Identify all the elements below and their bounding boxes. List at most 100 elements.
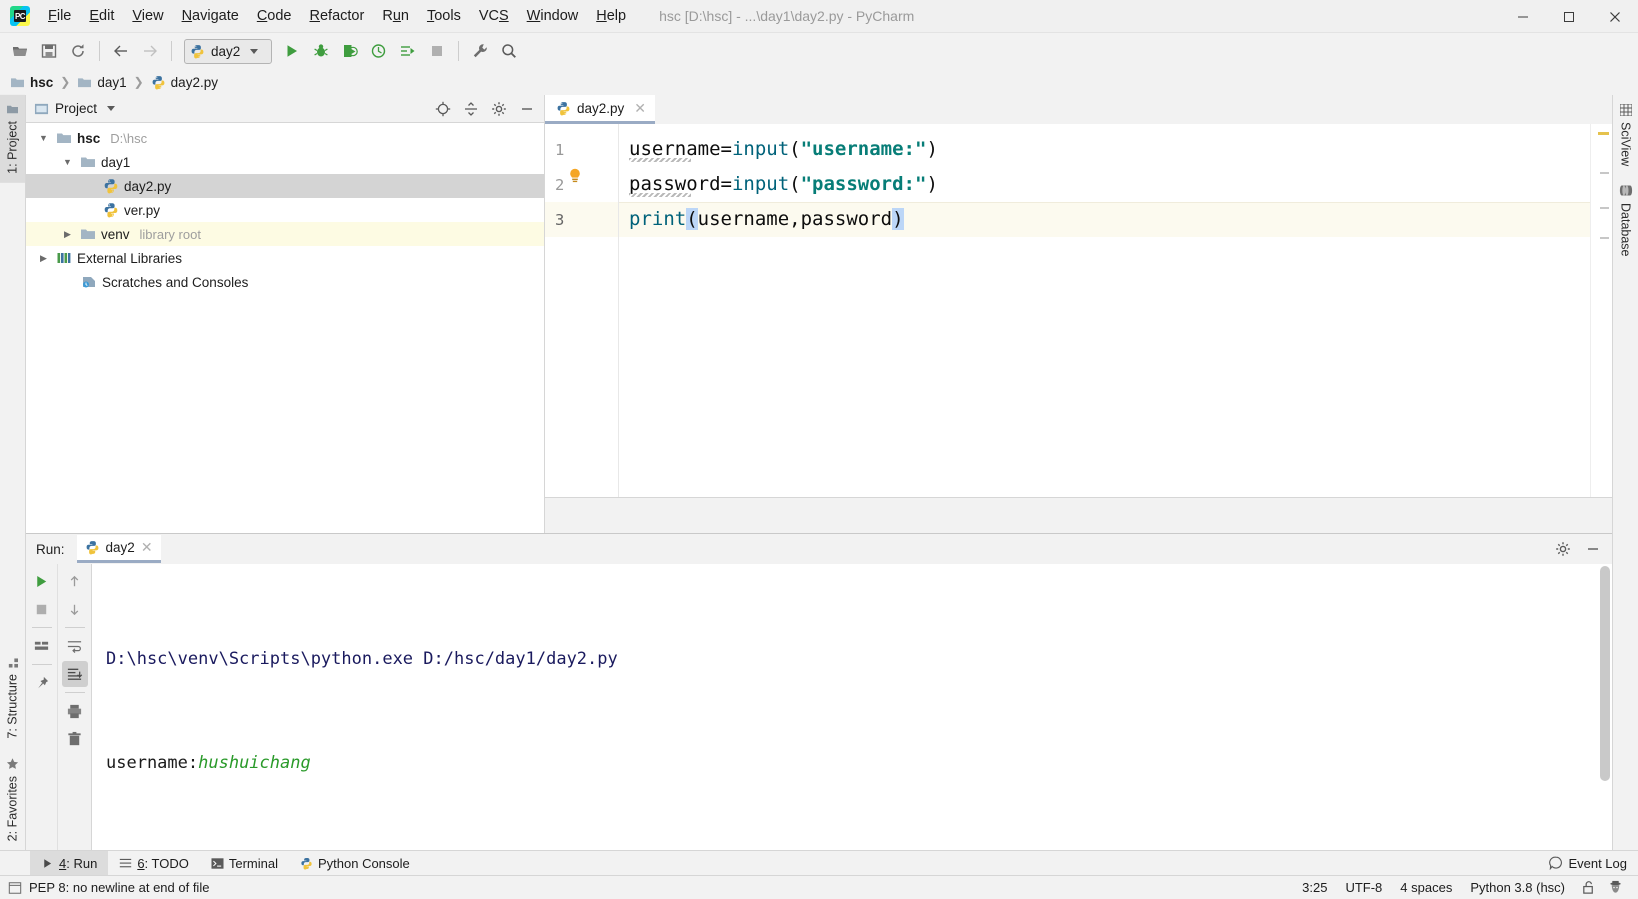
breadcrumb-item-hsc[interactable]: hsc [10,75,53,90]
stop-icon[interactable] [29,596,55,622]
menu-tools[interactable]: Tools [418,4,470,28]
bottom-tab-terminal[interactable]: Terminal [200,851,289,876]
print-icon[interactable] [62,698,88,724]
tree-item-verpy[interactable]: ver.py [26,198,544,222]
search-everywhere-icon[interactable] [495,37,523,65]
indent-selector[interactable]: 4 spaces [1391,880,1461,895]
bottom-tab-todo[interactable]: 6: TODO [108,851,200,876]
sidebar-item-sciview[interactable]: SciView [1615,95,1637,175]
clear-all-icon[interactable] [62,726,88,752]
back-arrow-icon[interactable] [107,37,135,65]
scrollbar-thumb[interactable] [1600,566,1610,781]
chevron-right-icon[interactable]: ▶ [60,227,75,242]
sync-icon[interactable] [64,37,92,65]
tree-item-scratches-and-consoles[interactable]: Scratches and Consoles [26,270,544,294]
console-view-icon[interactable] [29,633,55,659]
breadcrumb-item-day2py[interactable]: day2.py [151,75,218,90]
tab-day2py[interactable]: day2.py ✕ [545,95,656,124]
structure-icon [8,658,18,669]
console-scrollbar[interactable] [1598,564,1612,850]
close-icon[interactable]: ✕ [634,100,646,117]
locate-icon[interactable] [432,98,454,120]
python-file-icon [104,203,118,218]
console-output[interactable]: D:\hsc\venv\Scripts\python.exe D:/hsc/da… [92,564,1598,850]
warning-marker[interactable] [1598,132,1609,135]
stop-icon[interactable] [423,37,451,65]
hide-icon[interactable] [1582,538,1604,560]
caret-position[interactable]: 3:25 [1293,880,1336,895]
tree-item-day1[interactable]: ▼ day1 [26,150,544,174]
rerun-icon[interactable] [29,568,55,594]
run-with-coverage-icon[interactable] [336,37,364,65]
lightbulb-icon[interactable] [568,168,582,185]
inspection-icon[interactable] [8,881,22,895]
forward-arrow-icon[interactable] [136,37,164,65]
hide-icon[interactable] [516,98,538,120]
run-configuration-selector[interactable]: day2 [184,38,272,64]
soft-wrap-icon[interactable] [62,633,88,659]
tree-item-venv[interactable]: ▶ venv library root [26,222,544,246]
tree-item-external-libraries[interactable]: ▶ External Libraries [26,246,544,270]
hector-inspection-icon[interactable] [1603,880,1628,895]
editor-tab-row: day2.py ✕ [545,95,1612,124]
run-icon[interactable] [278,37,306,65]
todo-icon [120,858,132,867]
interpreter-selector[interactable]: Python 3.8 (hsc) [1461,880,1574,895]
breadcrumb-item-day1[interactable]: day1 [77,75,127,90]
maximize-button[interactable] [1546,0,1592,33]
sidebar-item-project[interactable]: 1: Project [0,95,25,183]
menu-vcs[interactable]: VCS [470,4,518,28]
save-icon[interactable] [35,37,63,65]
menu-view[interactable]: View [123,4,172,28]
folder-icon [57,133,71,143]
event-log-button[interactable]: Event Log [1538,851,1638,876]
chevron-right-icon[interactable]: ▶ [36,251,51,266]
run-tab-day2[interactable]: day2 ✕ [76,535,161,563]
editor-bottom-strip [545,497,1612,533]
scroll-to-end-icon[interactable] [61,661,88,687]
gear-icon[interactable] [1552,538,1574,560]
gear-icon[interactable] [488,98,510,120]
tree-item-day2py[interactable]: day2.py [26,174,544,198]
debug-icon[interactable] [307,37,335,65]
close-icon[interactable]: ✕ [141,539,153,556]
menu-window[interactable]: Window [518,4,588,28]
event-log-icon [1549,856,1563,870]
chevron-down-icon[interactable]: ▼ [60,155,75,170]
chevron-down-icon[interactable] [107,106,116,111]
profile-icon[interactable] [365,37,393,65]
menu-help[interactable]: Help [587,4,635,28]
bottom-tab-python-console[interactable]: Python Console [289,851,421,876]
chevron-down-icon[interactable]: ▼ [36,131,51,146]
close-button[interactable] [1592,0,1638,33]
open-folder-icon[interactable] [6,37,34,65]
minimize-button[interactable] [1500,0,1546,33]
menu-refactor[interactable]: Refactor [301,4,374,28]
bottom-tab-run[interactable]: 4: Run [30,850,109,876]
menu-navigate[interactable]: Navigate [173,4,248,28]
pin-tab-icon[interactable] [29,670,55,696]
code-editor[interactable]: username=input("username:") password=inp… [619,124,1590,497]
menu-file[interactable]: File [39,4,80,28]
sidebar-item-structure[interactable]: 7: Structure [0,648,25,748]
line-marker [1600,172,1609,174]
tree-item-hsc[interactable]: ▼ hsc D:\hsc [26,126,544,150]
encoding-selector[interactable]: UTF-8 [1336,880,1391,895]
run-config-name: day2 [211,43,241,59]
wrench-icon[interactable] [466,37,494,65]
menu-run[interactable]: Run [373,4,418,28]
sidebar-label: Database [1618,203,1633,257]
run-tests-icon[interactable] [394,37,422,65]
sidebar-item-favorites[interactable]: 2: Favorites [0,748,25,850]
sidebar-item-database[interactable]: Database [1615,175,1637,266]
editor-gutter[interactable]: 1 2 3 [545,124,619,497]
menu-code[interactable]: Code [248,4,301,28]
editor-marker-bar[interactable] [1590,124,1612,497]
down-arrow-icon[interactable] [62,596,88,622]
up-arrow-icon[interactable] [62,568,88,594]
breadcrumb-label: hsc [30,74,54,90]
menu-edit[interactable]: Edit [80,4,123,28]
unlocked-icon[interactable] [1574,880,1603,895]
code-token: ( [789,173,801,195]
collapse-all-icon[interactable] [460,98,482,120]
